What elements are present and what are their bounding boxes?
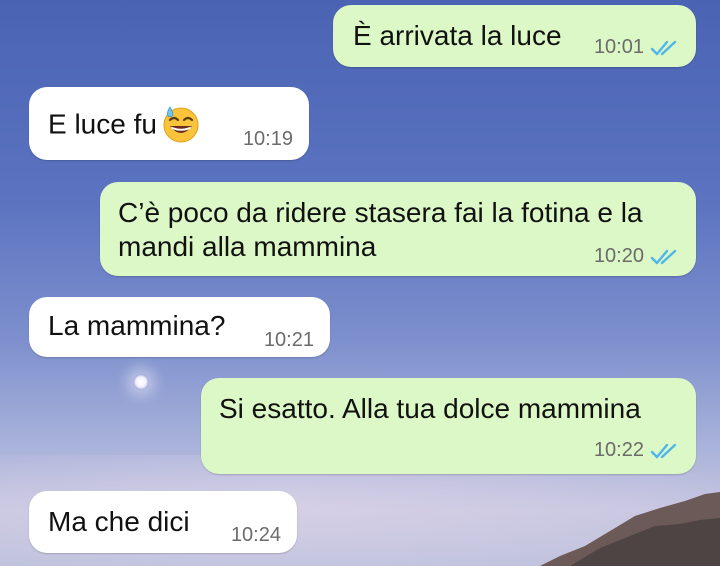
grinning-face-with-sweat-icon bbox=[163, 106, 199, 143]
message-meta: 10:01 bbox=[594, 36, 680, 59]
message-bubble-outgoing[interactable]: Si esatto. Alla tua dolce mammina 10:22 bbox=[201, 378, 696, 474]
message-text: È arrivata la luce bbox=[353, 20, 562, 51]
message-bubble-incoming[interactable]: E luce fu 10:19 bbox=[29, 87, 309, 160]
message-meta: 10:24 bbox=[231, 524, 281, 547]
message-bubble-outgoing[interactable]: C’è poco da ridere stasera fai la fotina… bbox=[100, 182, 696, 276]
message-time: 10:20 bbox=[593, 245, 644, 267]
message-text: E luce fu bbox=[48, 106, 201, 146]
message-meta: 10:22 bbox=[594, 439, 680, 462]
message-time: 10:01 bbox=[593, 36, 644, 58]
message-text: Si esatto. Alla tua dolce mammina bbox=[219, 393, 641, 424]
message-bubble-incoming[interactable]: La mammina? 10:21 bbox=[29, 297, 330, 357]
double-check-icon bbox=[650, 40, 677, 55]
message-time: 10:24 bbox=[230, 524, 281, 546]
moon-icon bbox=[133, 374, 149, 390]
message-text: Ma che dici bbox=[48, 506, 190, 537]
message-bubble-incoming[interactable]: Ma che dici 10:24 bbox=[29, 491, 297, 553]
message-text-content: E luce fu bbox=[48, 108, 157, 140]
double-check-icon bbox=[650, 443, 677, 458]
message-bubble-outgoing[interactable]: È arrivata la luce 10:01 bbox=[333, 5, 696, 67]
message-time: 10:21 bbox=[263, 329, 314, 351]
message-meta: 10:20 bbox=[594, 245, 680, 268]
message-meta: 10:21 bbox=[264, 329, 314, 352]
mountain-silhouette bbox=[540, 492, 720, 566]
message-text-line-2: mandi alla mammina bbox=[118, 231, 377, 262]
double-check-icon bbox=[650, 249, 677, 264]
message-text: La mammina? bbox=[48, 310, 226, 341]
message-time: 10:22 bbox=[593, 439, 644, 461]
chat-wallpaper bbox=[0, 0, 720, 566]
message-time: 10:19 bbox=[242, 128, 293, 150]
message-text-line-1: C’è poco da ridere stasera fai la fotina… bbox=[118, 197, 643, 228]
message-meta: 10:19 bbox=[243, 128, 293, 151]
